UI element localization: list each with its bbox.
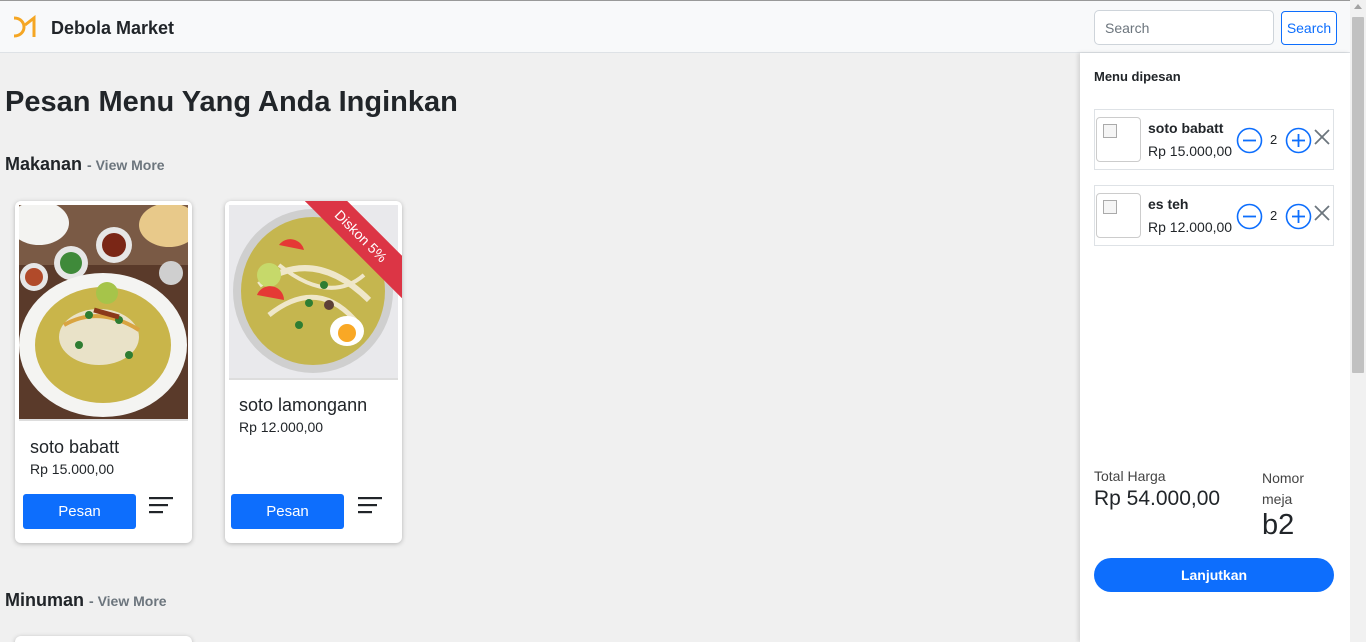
order-sidebar: Menu dipesan soto babatt Rp 15.000,00 2 … [1080, 53, 1350, 642]
view-more-link[interactable]: - View More [87, 157, 165, 173]
pesan-button[interactable]: Pesan [23, 494, 136, 529]
close-icon[interactable] [1314, 205, 1330, 221]
debola-logo-icon [13, 15, 36, 38]
details-menu-icon[interactable] [358, 496, 382, 518]
broken-image-icon [1103, 124, 1117, 138]
order-item: soto babatt Rp 15.000,00 2 [1094, 109, 1334, 170]
menu-item-price: Rp 15.000,00 [30, 461, 115, 477]
page-scrollbar[interactable] [1350, 0, 1366, 642]
order-quantity: 2 [1270, 208, 1278, 223]
page-title: Pesan Menu Yang Anda Inginkan [5, 86, 458, 118]
minus-circle-icon[interactable] [1236, 127, 1263, 154]
sidebar-title: Menu dipesan [1094, 69, 1181, 84]
view-more-link[interactable]: - View More [89, 593, 167, 609]
menu-item-name: soto babatt [30, 437, 120, 457]
total-label: Total Harga [1094, 468, 1166, 484]
scroll-up-arrow-icon[interactable] [1354, 4, 1362, 9]
order-item-price: Rp 12.000,00 [1148, 219, 1233, 235]
order-quantity: 2 [1270, 132, 1278, 147]
close-icon[interactable] [1314, 129, 1330, 145]
section-minuman-heading: Minuman - View More [5, 590, 167, 611]
plus-circle-icon[interactable] [1285, 203, 1312, 230]
table-number-value: b2 [1262, 509, 1295, 541]
order-item: es teh Rp 12.000,00 2 [1094, 185, 1334, 246]
brand-name[interactable]: Debola Market [51, 18, 174, 39]
order-thumbnail [1096, 117, 1141, 162]
menu-item-name: soto lamongann [239, 395, 368, 415]
section-makanan-heading: Makanan - View More [5, 154, 165, 175]
menu-card [15, 636, 192, 642]
search-button[interactable]: Search [1281, 11, 1337, 45]
order-item-name: es teh [1148, 196, 1189, 212]
navbar: Debola Market Search [0, 0, 1350, 53]
total-value: Rp 54.000,00 [1094, 487, 1221, 510]
table-number-label: Nomor meja [1262, 470, 1305, 507]
continue-button[interactable]: Lanjutkan [1094, 558, 1334, 592]
order-item-price: Rp 15.000,00 [1148, 143, 1233, 159]
menu-card: Diskon 5% soto lamongann Rp 12.000,00 Pe… [225, 201, 402, 543]
section-title: Makanan [5, 154, 83, 174]
scrollbar-thumb[interactable] [1352, 17, 1364, 373]
order-thumbnail [1096, 193, 1141, 238]
order-item-name: soto babatt [1148, 120, 1224, 136]
details-menu-icon[interactable] [149, 496, 173, 518]
pesan-button[interactable]: Pesan [231, 494, 344, 529]
minus-circle-icon[interactable] [1236, 203, 1263, 230]
search-input[interactable] [1094, 10, 1274, 45]
food-image [19, 205, 188, 421]
plus-circle-icon[interactable] [1285, 127, 1312, 154]
menu-item-price: Rp 12.000,00 [239, 419, 324, 435]
menu-card: soto babatt Rp 15.000,00 Pesan [15, 201, 192, 543]
section-title: Minuman [5, 590, 84, 610]
broken-image-icon [1103, 200, 1117, 214]
